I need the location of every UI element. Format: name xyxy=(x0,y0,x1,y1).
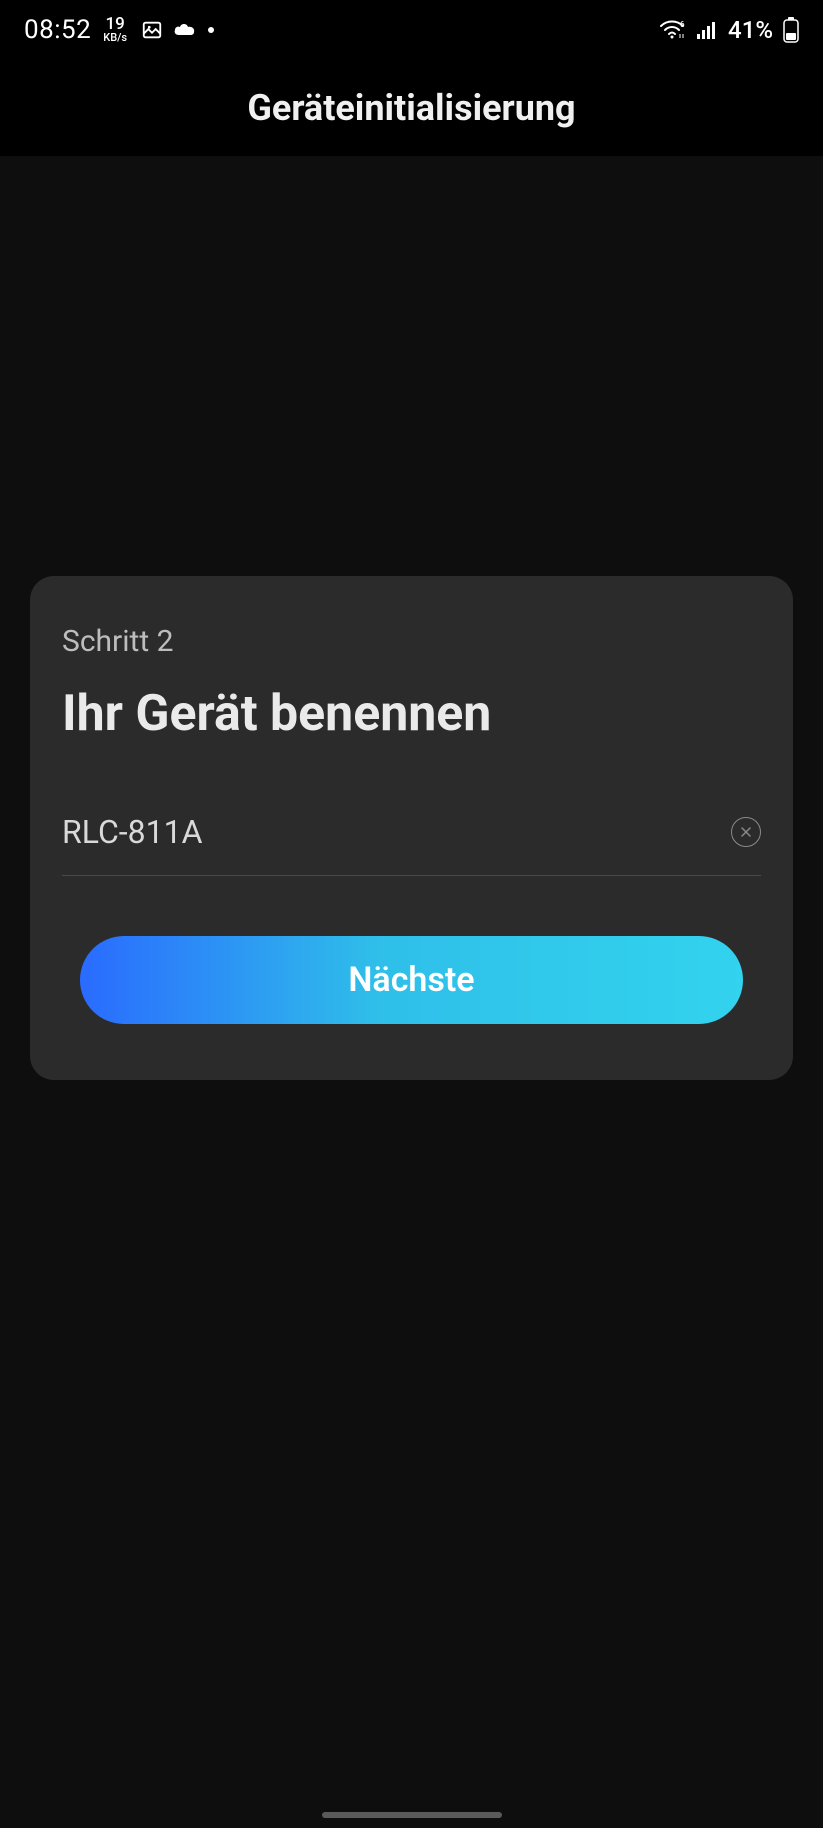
gesture-bar[interactable] xyxy=(322,1812,502,1818)
app-header: Geräteinitialisierung xyxy=(0,60,823,156)
card-title: Ihr Gerät benennen xyxy=(62,685,761,743)
battery-percentage: 41% xyxy=(728,16,773,44)
setup-card: Schritt 2 Ihr Gerät benennen Nächste xyxy=(30,576,793,1080)
status-net-speed: 19 KB/s xyxy=(103,17,127,42)
status-notification-icons xyxy=(141,19,215,41)
next-button[interactable]: Nächste xyxy=(80,936,743,1024)
main-content: Schritt 2 Ihr Gerät benennen Nächste xyxy=(0,156,823,1828)
step-label: Schritt 2 xyxy=(62,624,761,659)
battery-icon xyxy=(783,17,799,43)
device-name-input[interactable] xyxy=(62,813,731,851)
clear-input-button[interactable] xyxy=(731,817,761,847)
wifi-icon: 6 xyxy=(660,20,686,40)
dot-icon xyxy=(207,26,215,34)
next-button-label: Nächste xyxy=(348,960,474,1000)
status-net-speed-unit: KB/s xyxy=(103,33,127,43)
svg-text:6: 6 xyxy=(680,20,685,29)
status-time: 08:52 xyxy=(24,15,91,45)
status-bar: 08:52 19 KB/s xyxy=(0,0,823,60)
page-title: Geräteinitialisierung xyxy=(247,87,575,129)
status-bar-left: 08:52 19 KB/s xyxy=(24,15,215,45)
status-bar-right: 6 41% xyxy=(660,16,799,44)
cloud-icon xyxy=(173,21,197,39)
close-icon xyxy=(739,825,753,839)
image-icon xyxy=(141,19,163,41)
signal-icon xyxy=(696,21,718,39)
device-name-row xyxy=(62,813,761,876)
